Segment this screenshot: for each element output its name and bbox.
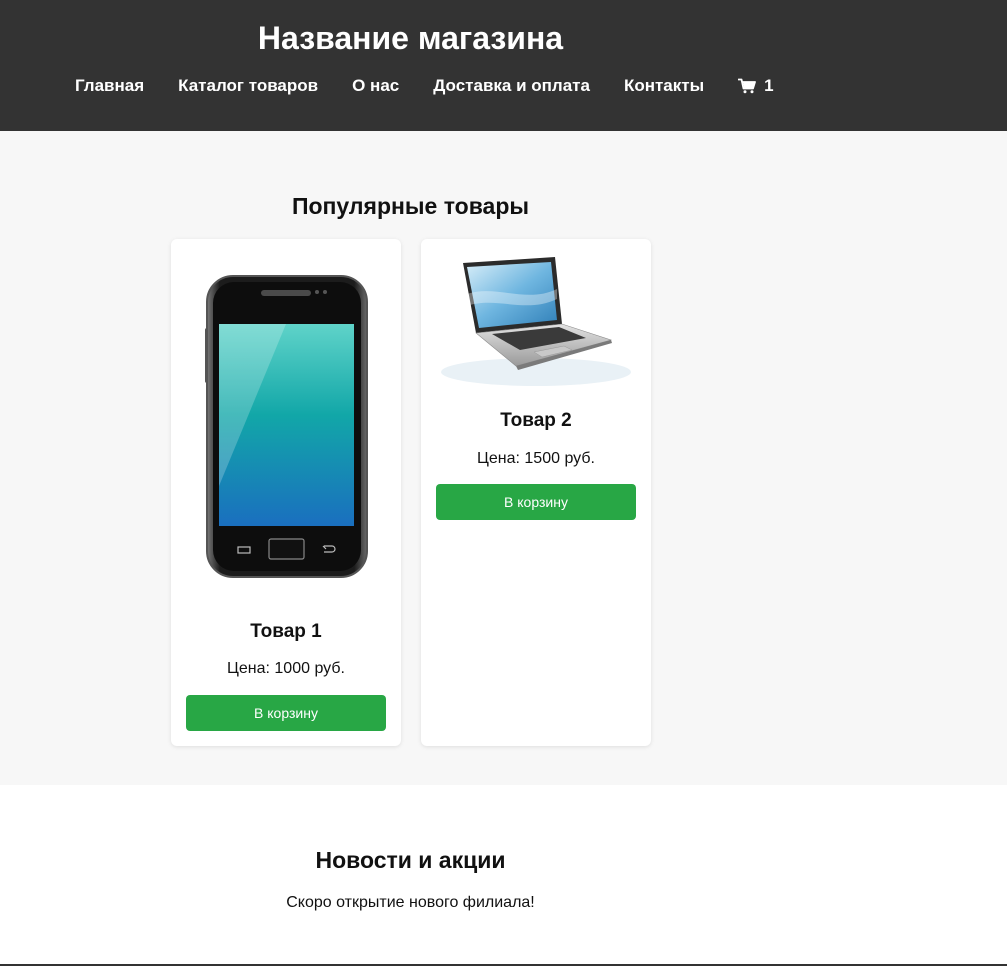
news-section: Новости и акции Скоро открытие нового фи… bbox=[0, 785, 1007, 965]
add-to-cart-button[interactable]: В корзину bbox=[436, 484, 636, 520]
news-text: Скоро открытие нового филиала! bbox=[286, 894, 535, 911]
cart-count: 1 bbox=[764, 76, 774, 95]
nav-link-catalog[interactable]: Каталог товаров bbox=[178, 76, 318, 96]
add-to-cart-button[interactable]: В корзину bbox=[186, 695, 386, 731]
site-title: Название магазина bbox=[257, 20, 564, 56]
nav-link-contacts[interactable]: Контакты bbox=[624, 76, 704, 96]
smartphone-image bbox=[205, 275, 368, 578]
popular-products-title: Популярные товары bbox=[291, 193, 530, 219]
product-card: Товар 2 Цена: 1500 руб. В корзину bbox=[421, 239, 651, 746]
product-name: Товар 1 bbox=[250, 621, 322, 642]
news-title: Новости и акции bbox=[315, 847, 506, 873]
popular-products-section: Популярные товары Товар 1 Цена: 1000 руб… bbox=[0, 131, 1007, 785]
main-nav: Главная Каталог товаров О нас Доставка и… bbox=[75, 76, 774, 96]
cart-icon bbox=[738, 78, 757, 94]
site-header: Название магазина Главная Каталог товаро… bbox=[0, 0, 1007, 131]
product-price: Цена: 1500 руб. bbox=[477, 450, 595, 467]
nav-link-delivery[interactable]: Доставка и оплата bbox=[433, 76, 590, 96]
product-name: Товар 2 bbox=[500, 410, 572, 431]
nav-link-home[interactable]: Главная bbox=[75, 76, 144, 96]
product-price: Цена: 1000 руб. bbox=[227, 660, 345, 677]
nav-link-about[interactable]: О нас bbox=[352, 76, 399, 96]
cart-link[interactable]: 1 bbox=[738, 76, 774, 96]
laptop-image bbox=[436, 254, 636, 389]
product-card: Товар 1 Цена: 1000 руб. В корзину bbox=[171, 239, 401, 746]
